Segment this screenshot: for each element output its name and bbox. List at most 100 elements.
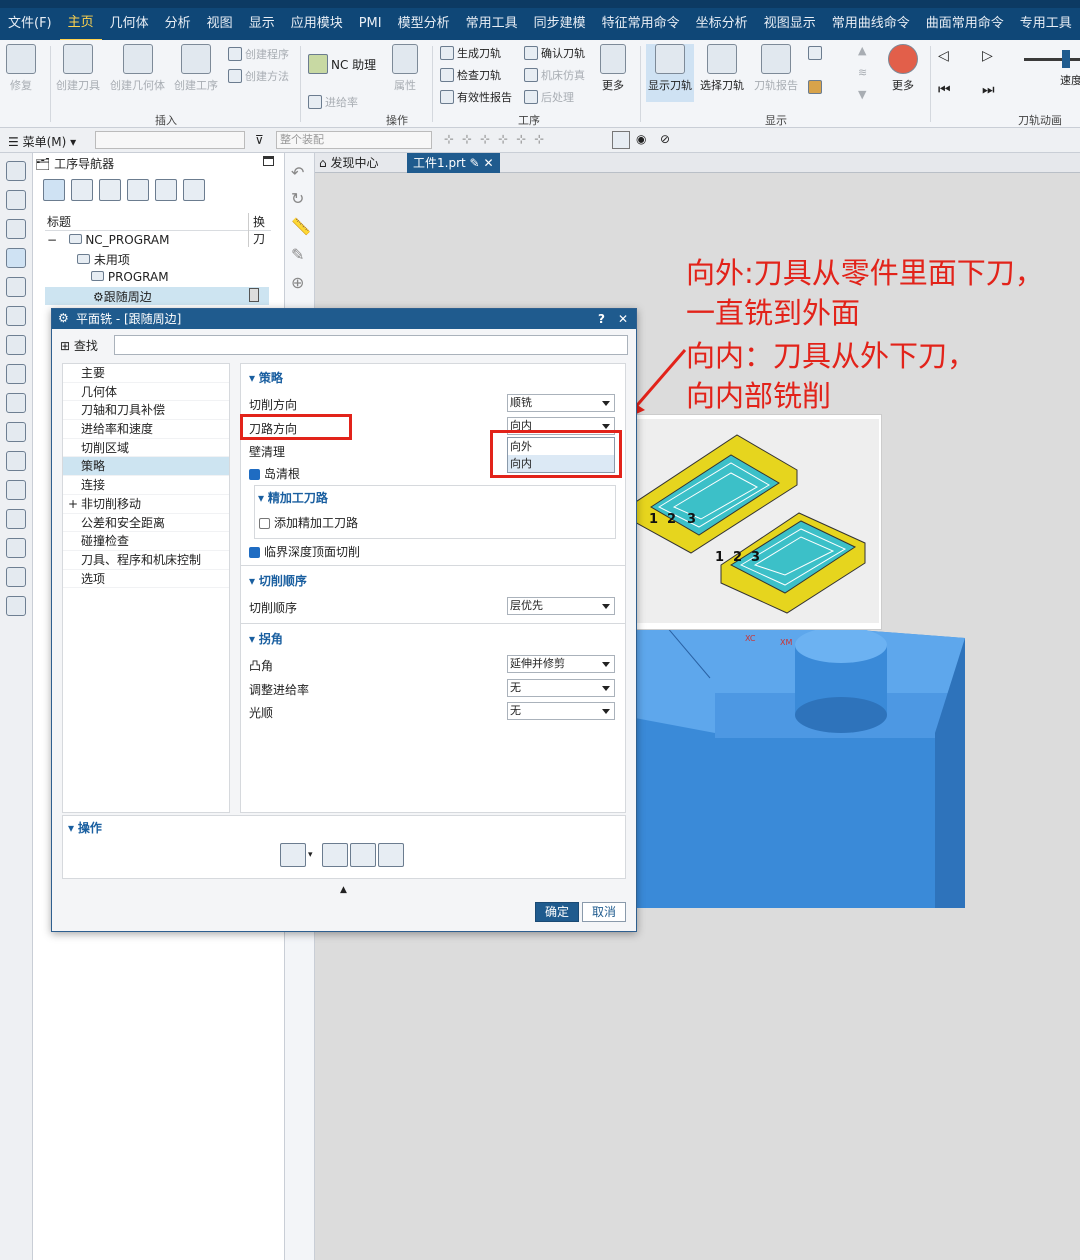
dialog-title-bar[interactable]: 平面铣 - [跟随周边] <box>52 309 636 329</box>
tool-display-button[interactable] <box>808 80 822 94</box>
create-tool-button[interactable]: 创建刀具 <box>56 44 100 93</box>
anim-prev-button[interactable]: ◁ <box>938 48 949 64</box>
finish-pass-header[interactable]: ▾ 精加工刀路 <box>258 489 328 506</box>
select-path-button[interactable]: 选择刀轨 <box>700 44 744 93</box>
tree-tool-program-machine[interactable]: 刀具、程序和机床控制 <box>63 551 229 570</box>
cut-direction-select[interactable]: 顺铣 <box>507 394 615 412</box>
col-tool-change[interactable]: 换刀 <box>248 213 271 247</box>
path-report-button[interactable]: 刀轨报告 <box>754 44 798 93</box>
repair-button[interactable]: 修复 <box>6 44 36 93</box>
operation-navigator-icon[interactable] <box>6 248 26 268</box>
roles-icon[interactable] <box>6 480 26 500</box>
undo-icon[interactable]: ↶ <box>291 163 304 182</box>
display-option-button[interactable] <box>808 46 822 60</box>
verify-path-button[interactable]: 确认刀轨 <box>524 45 585 61</box>
menu-surface-commands[interactable]: 曲面常用命令 <box>918 8 1012 40</box>
verify-icon[interactable] <box>350 843 376 867</box>
close-tab-icon[interactable]: ✕ <box>483 156 493 170</box>
more-button-1[interactable]: 更多 <box>600 44 626 93</box>
menu-pmi[interactable]: PMI <box>351 8 390 40</box>
speed-slider[interactable] <box>1024 58 1080 61</box>
menu-common-tools[interactable]: 常用工具 <box>458 8 526 40</box>
menu-geometry[interactable]: 几何体 <box>102 8 157 40</box>
menu-feature-commands[interactable]: 特征常用命令 <box>594 8 688 40</box>
tree-feeds-speeds[interactable]: 进给率和速度 <box>63 420 229 439</box>
machine-library-icon[interactable] <box>6 567 26 587</box>
scope-dropdown[interactable]: 整个装配 <box>276 131 432 149</box>
hd3d-tools-icon[interactable] <box>6 335 26 355</box>
program-order-view-icon[interactable] <box>43 179 65 201</box>
menu-home[interactable]: 主页 <box>59 8 102 40</box>
method-view-icon[interactable] <box>127 179 149 201</box>
tree-row-unused[interactable]: 未用项 <box>77 251 130 268</box>
menu-coord-analysis[interactable]: 坐标分析 <box>688 8 756 40</box>
history-icon[interactable] <box>6 393 26 413</box>
tree-strategy[interactable]: 策略 <box>63 457 229 477</box>
layers-icon[interactable]: ≋ <box>858 66 867 79</box>
tree-non-cutting-moves[interactable]: + 非切削移动 <box>63 495 229 514</box>
menu-model-analysis[interactable]: 模型分析 <box>390 8 458 40</box>
delete-view-icon[interactable] <box>183 179 205 201</box>
nc-assistant-button[interactable]: NC 助理 <box>308 54 376 74</box>
list-icon[interactable] <box>378 843 404 867</box>
col-title[interactable]: 标题 <box>47 213 71 230</box>
menu-button[interactable]: ☰ 菜单(M) ▾ <box>8 133 76 150</box>
hide-path-icon[interactable]: ⊘ <box>660 132 670 146</box>
tree-options[interactable]: 选项 <box>63 570 229 589</box>
settings-icon[interactable] <box>6 161 26 181</box>
find-input[interactable] <box>114 335 628 355</box>
system-materials-icon[interactable] <box>6 422 26 442</box>
process-studio-icon[interactable] <box>6 451 26 471</box>
kinematics-icon[interactable] <box>6 596 26 616</box>
tree-row-nc-program[interactable]: − NC_PROGRAM <box>47 233 169 247</box>
brush-icon[interactable]: ✎ <box>291 245 304 264</box>
menu-special-tools[interactable]: 专用工具 <box>1012 8 1080 40</box>
tab-discovery-center[interactable]: ⌂ 发现中心 <box>319 154 378 171</box>
menu-curve-commands[interactable]: 常用曲线命令 <box>824 8 918 40</box>
tree-geometry[interactable]: 几何体 <box>63 383 229 402</box>
insert-view-icon[interactable] <box>155 179 177 201</box>
replay-icon[interactable] <box>322 843 348 867</box>
close-icon[interactable]: ✕ <box>618 312 628 326</box>
tree-tool-axis[interactable]: 刀轴和刀具补偿 <box>63 401 229 421</box>
arrow-up-icon[interactable]: ▲ <box>858 44 866 57</box>
snap-icons[interactable]: ⊹⊹⊹⊹⊹⊹ <box>444 132 552 146</box>
arrow-down-icon[interactable]: ▼ <box>858 88 866 101</box>
show-path-button[interactable]: 显示刀轨 <box>646 44 694 102</box>
menu-sync-modeling[interactable]: 同步建模 <box>526 8 594 40</box>
adjust-feedrate-select[interactable]: 无 <box>507 679 615 697</box>
collapse-arrow-icon[interactable]: ▲ <box>340 885 347 895</box>
generate-icon[interactable] <box>280 843 306 867</box>
menu-view[interactable]: 视图 <box>199 8 241 40</box>
rotate-icon[interactable]: ↻ <box>291 189 304 208</box>
machine-sim-button[interactable]: 机床仿真 <box>524 67 585 83</box>
filter-icon[interactable]: ⊽ <box>255 133 264 147</box>
tree-cut-area[interactable]: 切削区域 <box>63 439 229 458</box>
menu-analysis[interactable]: 分析 <box>157 8 199 40</box>
menu-display[interactable]: 显示 <box>241 8 283 40</box>
geometry-view-icon[interactable] <box>99 179 121 201</box>
create-geometry-button[interactable]: 创建几何体 <box>110 44 165 93</box>
menu-view-display[interactable]: 视图显示 <box>756 8 824 40</box>
tree-collision-check[interactable]: 碰撞检查 <box>63 532 229 551</box>
ok-button[interactable]: 确定 <box>535 902 579 922</box>
postprocess-button[interactable]: 后处理 <box>524 89 574 105</box>
help-icon[interactable]: ? <box>598 312 605 326</box>
tree-row-follow-periphery[interactable]: ⚙跟随周边 <box>93 288 152 305</box>
assembly-navigator-icon[interactable] <box>6 190 26 210</box>
operation-section-header[interactable]: ▾ 操作 <box>68 819 102 836</box>
feedrate-button[interactable]: 进给率 <box>308 94 358 110</box>
cut-order-section-header[interactable]: ▾ 切削顺序 <box>249 572 307 589</box>
ruler-icon[interactable]: 📏 <box>291 217 311 236</box>
convex-corner-select[interactable]: 延伸并修剪 <box>507 655 615 673</box>
reuse-library-icon[interactable] <box>6 306 26 326</box>
expand-icon[interactable]: + <box>68 495 78 514</box>
attributes-button[interactable]: 属性 <box>392 44 418 93</box>
machine-tool-icon[interactable] <box>6 277 26 297</box>
tree-row-program[interactable]: PROGRAM <box>91 270 169 284</box>
snap-point-icon[interactable]: ⊕ <box>291 273 304 292</box>
critical-depth-checkbox[interactable]: 临界深度顶面切削 <box>249 543 360 560</box>
island-cleanup-checkbox[interactable]: 岛清根 <box>249 465 300 482</box>
tab-part-file[interactable]: 工件1.prt ✎ ✕ <box>407 153 500 173</box>
check-path-button[interactable]: 检查刀轨 <box>440 67 501 83</box>
